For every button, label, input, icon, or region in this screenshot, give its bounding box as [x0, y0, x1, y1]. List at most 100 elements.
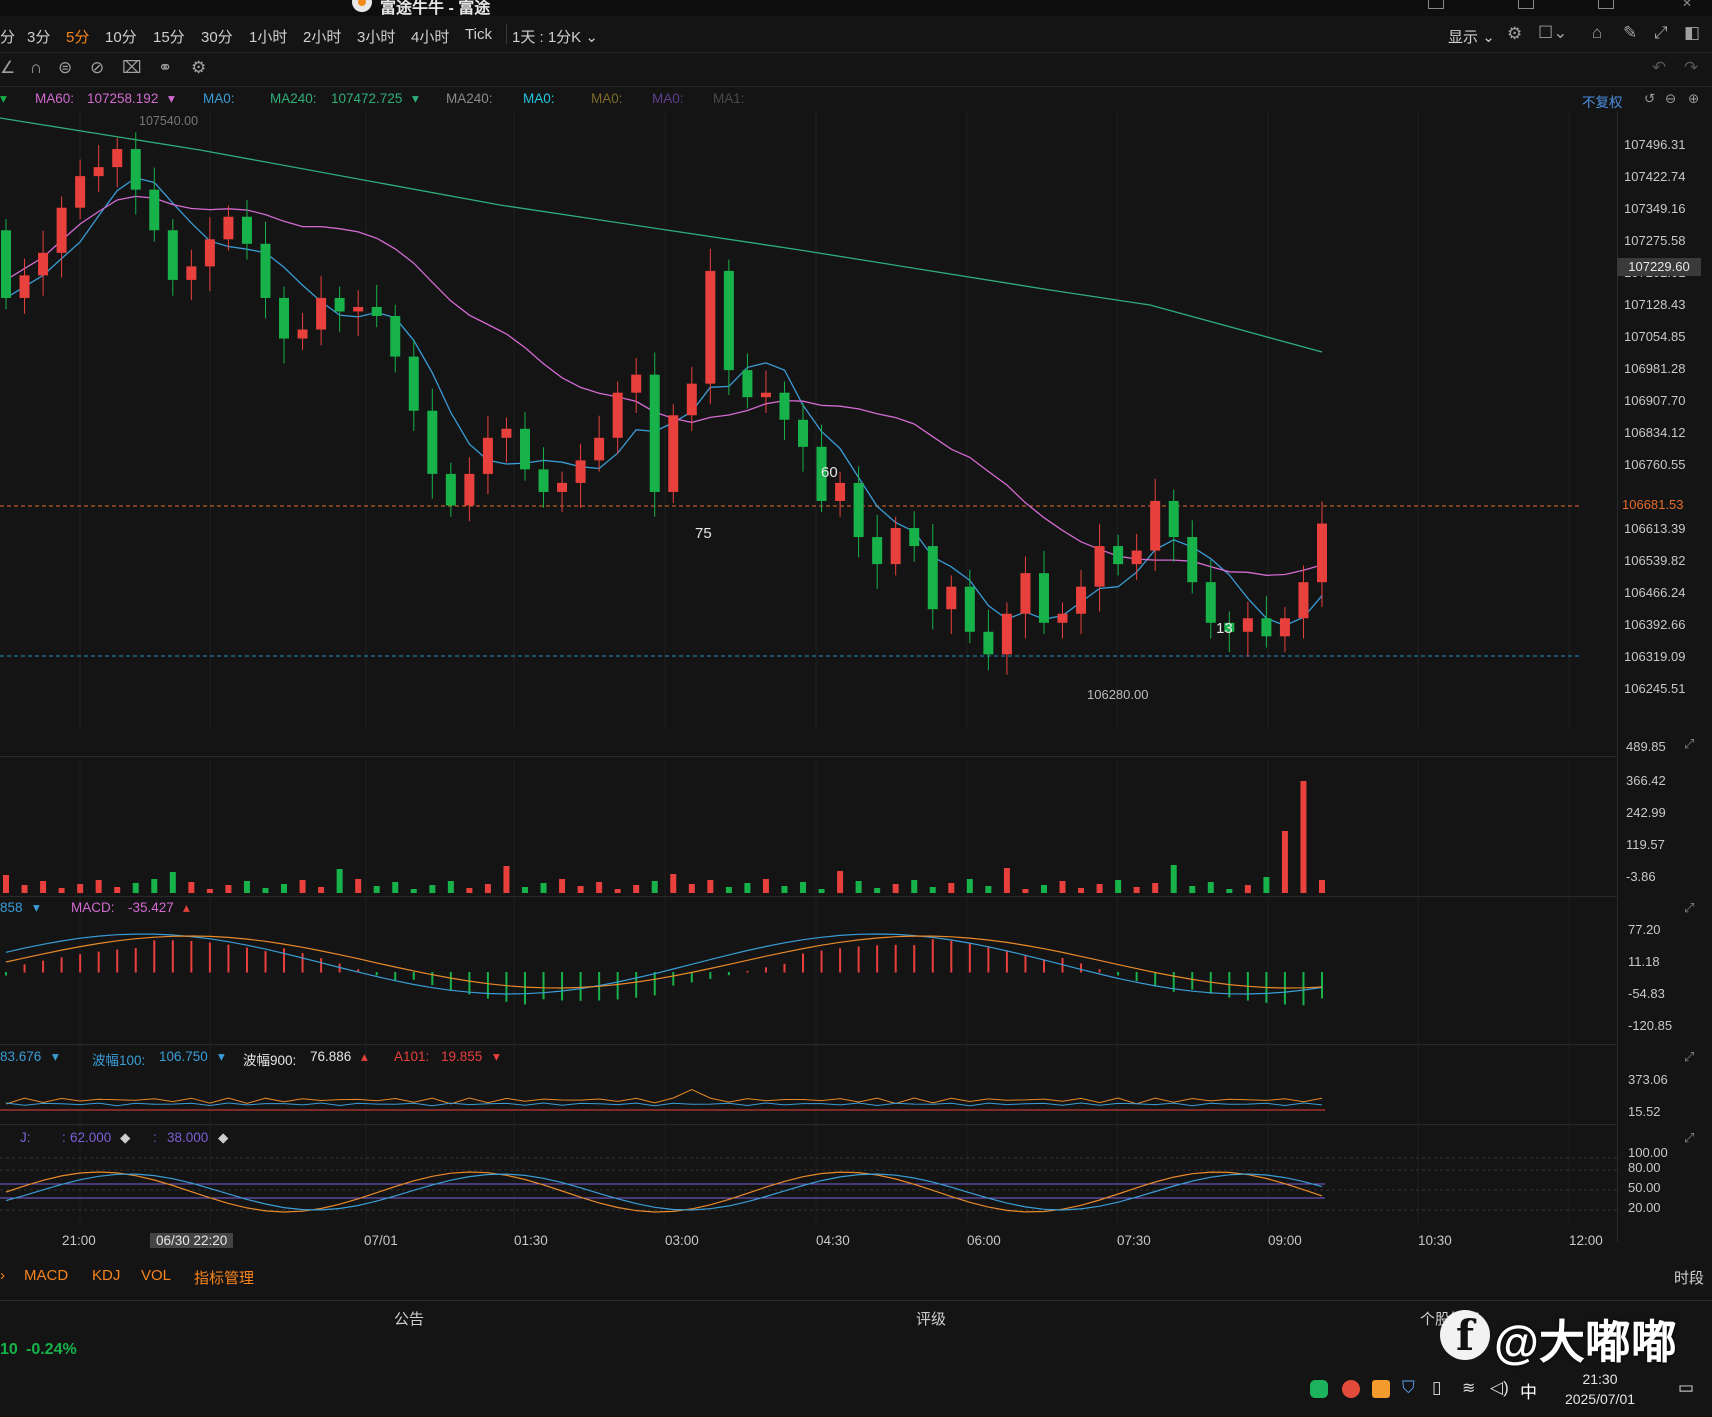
volume-bar	[429, 885, 436, 893]
candle-body	[575, 460, 586, 483]
volume-bar	[633, 885, 640, 893]
candle-body	[1205, 582, 1216, 623]
tab-session[interactable]: 时段	[1674, 1267, 1704, 1288]
expand-icon[interactable]: ⤢	[1684, 736, 1694, 752]
candle-body	[167, 230, 178, 280]
price-axis-label: 106392.66	[1624, 617, 1686, 632]
volume-bar	[596, 882, 603, 893]
a101-value: 19.855	[441, 1049, 483, 1064]
candle-body	[946, 586, 957, 610]
tab-indicator-manage[interactable]: 指标管理	[194, 1267, 254, 1288]
price-axis-label: 107054.85	[1624, 329, 1686, 344]
dropdown-icon[interactable]: ▾	[52, 1049, 59, 1065]
macd-bar	[245, 947, 248, 973]
kdj-axis-label: 100.00	[1628, 1145, 1668, 1160]
ticker-change: -0.24%	[26, 1341, 77, 1358]
candle-body	[1076, 586, 1087, 614]
volume-bar	[688, 884, 695, 893]
volume-bar	[540, 883, 547, 893]
candle-body	[557, 482, 568, 492]
macd-bar	[579, 972, 582, 1001]
volume-bar	[651, 881, 658, 893]
time-axis-label: 09:00	[1268, 1233, 1302, 1248]
kdj-k-line	[5, 1171, 1323, 1213]
volume-bar	[1133, 887, 1140, 893]
candle-body	[1279, 618, 1290, 637]
macd-bar	[1024, 954, 1027, 973]
chart-canvas[interactable]	[0, 0, 1712, 1417]
time-axis-label: 07:30	[1117, 1233, 1151, 1248]
price-axis-label: 106760.55	[1624, 457, 1686, 472]
time-axis-label: 07/01	[364, 1233, 398, 1248]
candle-body	[964, 586, 975, 632]
macd-histogram	[5, 933, 1323, 1006]
macd-bar	[1191, 972, 1194, 990]
macd-bar	[301, 953, 304, 973]
wave100-label: 波幅100:	[92, 1053, 146, 1068]
dropdown-icon[interactable]: ▾	[33, 900, 40, 916]
candle-body	[1131, 550, 1142, 565]
candle-body	[631, 374, 642, 393]
volume-axis-label: 119.57	[1626, 837, 1665, 852]
expand-icon[interactable]: ⤢	[1684, 1130, 1694, 1146]
candle-body	[1094, 546, 1105, 587]
candle-body	[130, 149, 141, 190]
ticker-value: 10	[0, 1341, 18, 1358]
ime-indicator[interactable]: 中	[1520, 1378, 1537, 1403]
candle-body	[112, 149, 123, 168]
tab-macd[interactable]: MACD	[24, 1267, 68, 1284]
macd-bar	[412, 972, 415, 980]
volume-bar	[725, 887, 732, 893]
app-tray-icon[interactable]	[1310, 1380, 1328, 1398]
candle-body	[1242, 618, 1253, 632]
volume-bar	[1040, 885, 1047, 893]
wave-axis-label: 373.06	[1628, 1072, 1668, 1087]
clock-time[interactable]: 21:30	[1560, 1371, 1640, 1387]
price-axis-label: 107349.16	[1624, 201, 1686, 216]
macd-bar	[23, 964, 26, 973]
macd-bar	[171, 940, 174, 973]
expand-icon[interactable]: ⤢	[1684, 900, 1694, 916]
volume-bar	[1003, 868, 1010, 893]
app-tray-icon[interactable]	[1342, 1380, 1360, 1398]
dropdown-icon[interactable]: ▾	[493, 1049, 500, 1065]
volume-bar	[1152, 883, 1159, 893]
macd-bar	[79, 954, 82, 973]
diamond-icon: ◆	[120, 1130, 131, 1145]
volume-bar	[1319, 880, 1325, 893]
shield-icon[interactable]: ⛉	[1402, 1378, 1415, 1398]
candle-body	[75, 176, 86, 208]
expand-icon[interactable]: ⤢	[1684, 1049, 1694, 1065]
macd-bar	[931, 939, 934, 973]
volume-bar	[762, 879, 769, 893]
candle-body	[279, 297, 290, 339]
volume-bar	[1115, 880, 1122, 893]
usb-icon[interactable]: ▯	[1432, 1378, 1441, 1398]
tab-announcement[interactable]: 公告	[394, 1308, 424, 1329]
app-tray-icon[interactable]	[1372, 1380, 1390, 1398]
wifi-icon[interactable]: ≋	[1462, 1378, 1475, 1398]
wave-lines	[0, 1089, 1325, 1111]
macd-bar	[709, 972, 712, 979]
tab-kdj[interactable]: KDJ	[92, 1267, 120, 1284]
dropdown-icon[interactable]: ▾	[218, 1049, 225, 1065]
macd-bar	[653, 972, 656, 996]
candle-body	[56, 207, 67, 253]
time-axis-label: 10:30	[1418, 1233, 1452, 1248]
volume-axis-label: 242.99	[1626, 805, 1666, 820]
volume-bar	[744, 883, 751, 893]
volume-icon[interactable]: ◁)	[1490, 1378, 1509, 1398]
notification-icon[interactable]: ▭	[1678, 1378, 1694, 1398]
macd-bar	[5, 972, 7, 976]
volume-bars	[3, 781, 1325, 893]
tab-rating[interactable]: 评级	[916, 1308, 946, 1329]
clock-date[interactable]: 2025/07/01	[1548, 1391, 1652, 1407]
candle-body	[723, 270, 734, 371]
macd-bar	[283, 948, 286, 973]
volume-bar	[151, 879, 158, 893]
macd-axis-label: 11.18	[1628, 954, 1660, 969]
volume-bar	[410, 889, 417, 893]
tab-vol[interactable]: VOL	[141, 1267, 171, 1284]
volume-bar	[1189, 886, 1196, 893]
volume-bar	[40, 881, 47, 893]
